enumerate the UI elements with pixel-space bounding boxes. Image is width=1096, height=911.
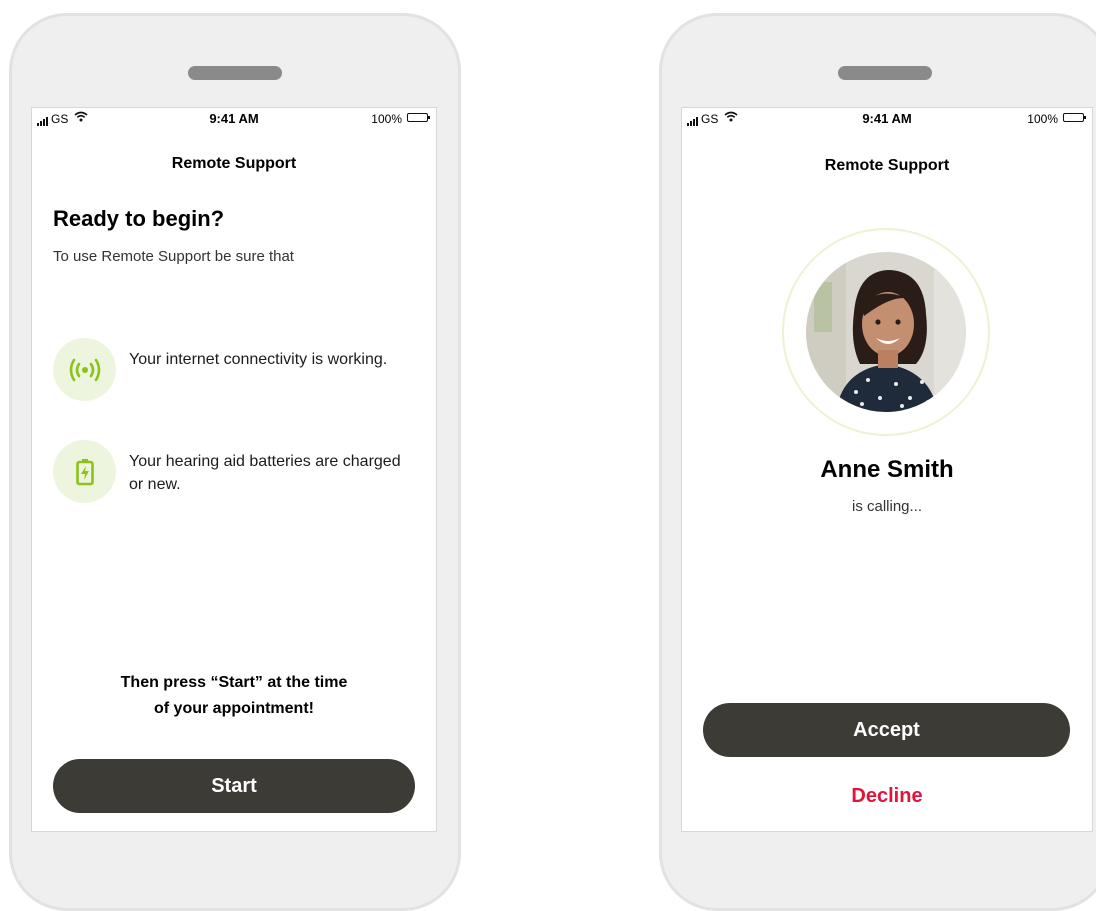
incoming-call-screen: GS 9:41 AM 100% Remote Support Anne Smit… bbox=[681, 107, 1093, 832]
phone-speaker bbox=[188, 66, 282, 80]
battery-percentage: 100% bbox=[371, 112, 402, 126]
phone-frame-right: GS 9:41 AM 100% Remote Support Anne Smit… bbox=[659, 13, 1096, 911]
phone-frame-left: GS 9:41 AM 100% Remote Support Ready to … bbox=[9, 13, 461, 911]
caller-avatar bbox=[806, 252, 966, 412]
nav-title: Remote Support bbox=[171, 155, 297, 172]
checklist-item-internet: Your internet connectivity is working. bbox=[53, 338, 413, 402]
decline-button[interactable]: Decline bbox=[682, 785, 1092, 808]
battery-icon bbox=[1063, 113, 1086, 122]
status-bar: GS 9:41 AM 100% bbox=[682, 108, 1092, 130]
checklist-text: Your hearing aid batteries are charged o… bbox=[129, 453, 401, 493]
battery-icon bbox=[407, 113, 430, 122]
nav-title: Remote Support bbox=[824, 157, 950, 174]
start-instruction: Then press “Start” at the time of your a… bbox=[32, 670, 436, 722]
page-subtitle: To use Remote Support be sure that bbox=[53, 248, 294, 265]
avatar-ring bbox=[782, 228, 990, 436]
ready-screen: GS 9:41 AM 100% Remote Support Ready to … bbox=[31, 107, 437, 832]
start-button[interactable]: Start bbox=[53, 759, 415, 813]
checklist-item-battery: Your hearing aid batteries are charged o… bbox=[53, 440, 413, 504]
status-bar: GS 9:41 AM 100% bbox=[32, 108, 436, 130]
signal-broadcast-icon bbox=[53, 338, 116, 401]
checklist-text: Your internet connectivity is working. bbox=[129, 351, 388, 368]
call-status: is calling... bbox=[851, 498, 923, 515]
phone-speaker bbox=[838, 66, 932, 80]
battery-charging-icon bbox=[53, 440, 116, 503]
accept-button[interactable]: Accept bbox=[703, 703, 1070, 757]
instruction-line-1: Then press “Start” at the time bbox=[120, 674, 348, 691]
battery-percentage: 100% bbox=[1027, 112, 1058, 126]
page-heading: Ready to begin? bbox=[53, 206, 225, 231]
caller-name: Anne Smith bbox=[820, 456, 954, 483]
instruction-line-2: of your appointment! bbox=[154, 700, 314, 717]
